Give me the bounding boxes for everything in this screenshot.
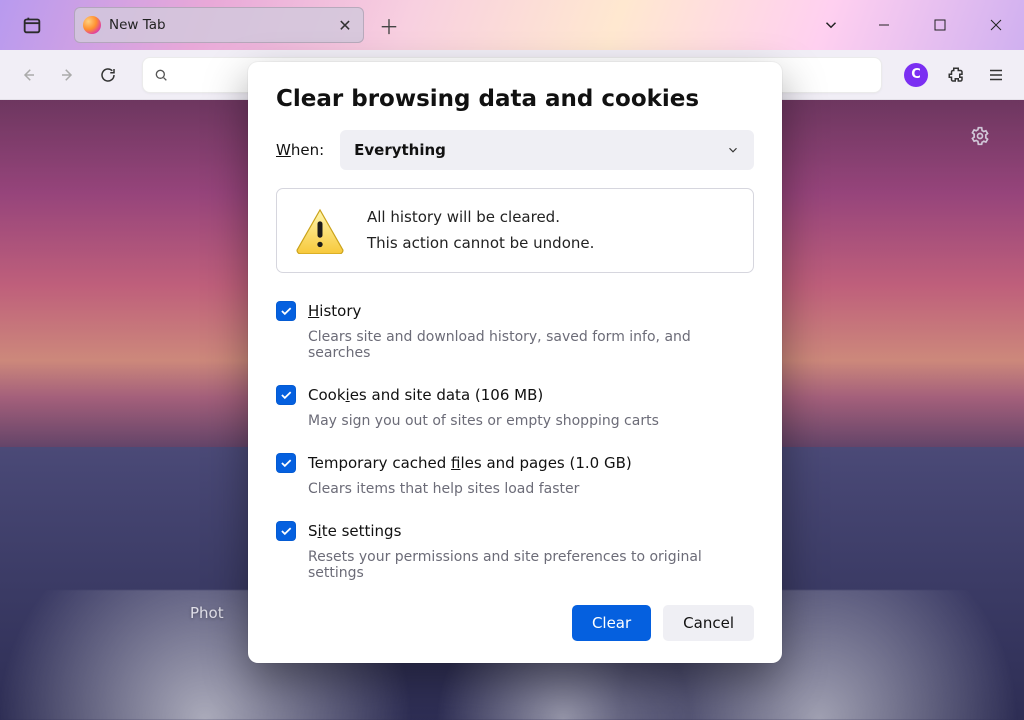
clear-option-row[interactable]: Temporary cached files and pages (1.0 GB… [276, 453, 754, 473]
option-label: Site settings [308, 522, 401, 540]
account-avatar: C [904, 63, 928, 87]
option-description: May sign you out of sites or empty shopp… [308, 413, 754, 429]
warning-text: All history will be cleared. This action… [367, 205, 594, 256]
tab-title: New Tab [109, 17, 327, 33]
forward-button[interactable] [50, 57, 86, 93]
clear-button[interactable]: Clear [572, 605, 651, 641]
window-controls [856, 0, 1024, 50]
reload-button[interactable] [90, 57, 126, 93]
warning-line-1: All history will be cleared. [367, 205, 594, 231]
option-description: Clears site and download history, saved … [308, 329, 754, 361]
clear-option: History Clears site and download history,… [276, 301, 754, 361]
list-all-tabs-button[interactable] [814, 8, 848, 42]
option-label: Temporary cached files and pages (1.0 GB… [308, 454, 632, 472]
when-label: When: [276, 141, 324, 159]
chevron-down-icon [726, 143, 740, 157]
cancel-button[interactable]: Cancel [663, 605, 754, 641]
close-tab-button[interactable]: ✕ [335, 15, 355, 35]
new-tab-button[interactable]: ＋ [372, 8, 406, 42]
customize-gear-button[interactable] [964, 120, 996, 152]
window-close-button[interactable] [968, 0, 1024, 50]
browser-titlebar: New Tab ✕ ＋ [0, 0, 1024, 50]
option-label: History [308, 302, 361, 320]
clear-option-row[interactable]: Site settings [276, 521, 754, 541]
app-menu-button[interactable] [978, 57, 1014, 93]
checkbox[interactable] [276, 521, 296, 541]
warning-icon [295, 208, 345, 254]
when-row: When: Everything [276, 130, 754, 170]
option-label: Cookies and site data (106 MB) [308, 386, 543, 404]
browser-tab[interactable]: New Tab ✕ [74, 7, 364, 43]
extensions-button[interactable] [938, 57, 974, 93]
when-range-select[interactable]: Everything [340, 130, 754, 170]
option-description: Resets your permissions and site prefere… [308, 549, 754, 581]
window-maximize-button[interactable] [912, 0, 968, 50]
warning-line-2: This action cannot be undone. [367, 231, 594, 257]
clear-option: Temporary cached files and pages (1.0 GB… [276, 453, 754, 497]
back-button[interactable] [10, 57, 46, 93]
checkbox[interactable] [276, 453, 296, 473]
clear-option: Cookies and site data (106 MB) May sign y… [276, 385, 754, 429]
firefox-favicon-icon [83, 16, 101, 34]
gear-icon [970, 126, 990, 146]
dialog-title: Clear browsing data and cookies [276, 86, 754, 112]
warning-box: All history will be cleared. This action… [276, 188, 754, 273]
when-selected-value: Everything [354, 141, 446, 159]
checkbox[interactable] [276, 385, 296, 405]
window-minimize-button[interactable] [856, 0, 912, 50]
option-description: Clears items that help sites load faster [308, 481, 754, 497]
clear-browsing-data-dialog: Clear browsing data and cookies When: Ev… [248, 62, 782, 663]
list-all-tabs-left-button[interactable] [10, 3, 54, 47]
clear-option: Site settings Resets your permissions and… [276, 521, 754, 581]
photo-credit: Phot [190, 604, 224, 622]
dialog-actions: Clear Cancel [276, 605, 754, 641]
clear-option-row[interactable]: History [276, 301, 754, 321]
account-button[interactable]: C [898, 57, 934, 93]
search-icon [153, 67, 169, 83]
clear-option-row[interactable]: Cookies and site data (106 MB) [276, 385, 754, 405]
checkbox[interactable] [276, 301, 296, 321]
